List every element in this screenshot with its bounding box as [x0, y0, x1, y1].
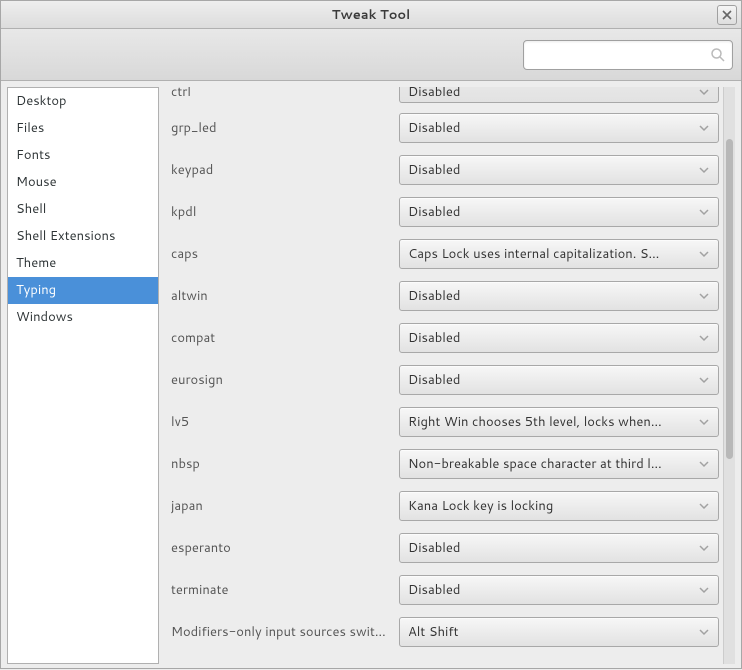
setting-value: Disabled: [408, 371, 692, 389]
chevron-down-icon: [698, 584, 710, 596]
toolbar: [1, 29, 741, 81]
search-icon: [710, 47, 726, 63]
setting-row: ctrl Disabled: [165, 87, 721, 107]
setting-value: Disabled: [408, 87, 692, 101]
setting-value: Disabled: [408, 161, 692, 179]
chevron-down-icon: [698, 626, 710, 638]
chevron-down-icon: [698, 206, 710, 218]
setting-select-japan[interactable]: Kana Lock key is locking: [399, 491, 719, 521]
setting-label: kpdl: [171, 203, 399, 221]
setting-label: Modifiers-only input sources swit…: [171, 623, 399, 641]
content: Desktop Files Fonts Mouse Shell Shell Ex…: [1, 81, 741, 670]
window-title: Tweak Tool: [332, 6, 411, 24]
sidebar-item-theme[interactable]: Theme: [8, 250, 158, 277]
sidebar-item-files[interactable]: Files: [8, 115, 158, 142]
search-box[interactable]: [523, 40, 733, 70]
setting-value: Caps Lock uses internal capitalization. …: [408, 245, 692, 263]
setting-select-compat[interactable]: Disabled: [399, 323, 719, 353]
setting-label: keypad: [171, 161, 399, 179]
sidebar-item-shell-extensions[interactable]: Shell Extensions: [8, 223, 158, 250]
sidebar-item-shell[interactable]: Shell: [8, 196, 158, 223]
setting-label: grp_led: [171, 119, 399, 137]
setting-label: lv5: [171, 413, 399, 431]
setting-select-ctrl[interactable]: Disabled: [399, 87, 719, 103]
setting-value: Kana Lock key is locking: [408, 497, 692, 515]
setting-label: altwin: [171, 287, 399, 305]
chevron-down-icon: [698, 500, 710, 512]
setting-select-lv5[interactable]: Right Win chooses 5th level, locks when…: [399, 407, 719, 437]
scrollbar[interactable]: [723, 87, 735, 664]
chevron-down-icon: [698, 290, 710, 302]
setting-label: eurosign: [171, 371, 399, 389]
close-icon: [722, 10, 732, 20]
setting-value: Disabled: [408, 539, 692, 557]
chevron-down-icon: [698, 458, 710, 470]
setting-select-esperanto[interactable]: Disabled: [399, 533, 719, 563]
setting-select-grp-led[interactable]: Disabled: [399, 113, 719, 143]
sidebar: Desktop Files Fonts Mouse Shell Shell Ex…: [7, 87, 159, 664]
setting-row: nbsp Non-breakable space character at th…: [165, 443, 721, 485]
setting-row: compat Disabled: [165, 317, 721, 359]
setting-row: keypad Disabled: [165, 149, 721, 191]
chevron-down-icon: [698, 164, 710, 176]
setting-select-caps[interactable]: Caps Lock uses internal capitalization. …: [399, 239, 719, 269]
settings-scroll: ctrl Disabled grp_led Disabled keypad: [165, 87, 723, 664]
setting-row: kpdl Disabled: [165, 191, 721, 233]
chevron-down-icon: [698, 87, 710, 98]
setting-row: caps Caps Lock uses internal capitalizat…: [165, 233, 721, 275]
setting-select-modifiers-only[interactable]: Alt Shift: [399, 617, 719, 647]
setting-row: altwin Disabled: [165, 275, 721, 317]
sidebar-item-windows[interactable]: Windows: [8, 304, 158, 331]
setting-label: nbsp: [171, 455, 399, 473]
setting-value: Disabled: [408, 119, 692, 137]
chevron-down-icon: [698, 332, 710, 344]
setting-value: Disabled: [408, 287, 692, 305]
setting-row: eurosign Disabled: [165, 359, 721, 401]
chevron-down-icon: [698, 542, 710, 554]
setting-label: japan: [171, 497, 399, 515]
scrollbar-thumb[interactable]: [726, 139, 733, 459]
settings-list: ctrl Disabled grp_led Disabled keypad: [165, 87, 721, 653]
close-button[interactable]: [717, 5, 737, 25]
setting-row: terminate Disabled: [165, 569, 721, 611]
setting-label: terminate: [171, 581, 399, 599]
setting-select-altwin[interactable]: Disabled: [399, 281, 719, 311]
setting-row: lv5 Right Win chooses 5th level, locks w…: [165, 401, 721, 443]
setting-row: esperanto Disabled: [165, 527, 721, 569]
setting-label: esperanto: [171, 539, 399, 557]
chevron-down-icon: [698, 374, 710, 386]
setting-row: grp_led Disabled: [165, 107, 721, 149]
sidebar-item-mouse[interactable]: Mouse: [8, 169, 158, 196]
setting-select-kpdl[interactable]: Disabled: [399, 197, 719, 227]
setting-label: compat: [171, 329, 399, 347]
setting-value: Alt Shift: [408, 623, 692, 641]
sidebar-item-typing[interactable]: Typing: [8, 277, 158, 304]
chevron-down-icon: [698, 248, 710, 260]
sidebar-item-fonts[interactable]: Fonts: [8, 142, 158, 169]
setting-row: japan Kana Lock key is locking: [165, 485, 721, 527]
setting-value: Disabled: [408, 203, 692, 221]
setting-select-nbsp[interactable]: Non-breakable space character at third l…: [399, 449, 719, 479]
setting-select-eurosign[interactable]: Disabled: [399, 365, 719, 395]
titlebar: Tweak Tool: [1, 1, 741, 29]
setting-value: Disabled: [408, 581, 692, 599]
setting-label: ctrl: [171, 87, 399, 101]
sidebar-item-desktop[interactable]: Desktop: [8, 88, 158, 115]
setting-row: Modifiers-only input sources swit… Alt S…: [165, 611, 721, 653]
search-input[interactable]: [530, 47, 710, 62]
setting-value: Disabled: [408, 329, 692, 347]
setting-select-keypad[interactable]: Disabled: [399, 155, 719, 185]
main-panel: ctrl Disabled grp_led Disabled keypad: [165, 87, 735, 664]
setting-label: caps: [171, 245, 399, 263]
chevron-down-icon: [698, 122, 710, 134]
setting-select-terminate[interactable]: Disabled: [399, 575, 719, 605]
setting-value: Non-breakable space character at third l…: [408, 455, 692, 473]
setting-value: Right Win chooses 5th level, locks when…: [408, 413, 692, 431]
chevron-down-icon: [698, 416, 710, 428]
